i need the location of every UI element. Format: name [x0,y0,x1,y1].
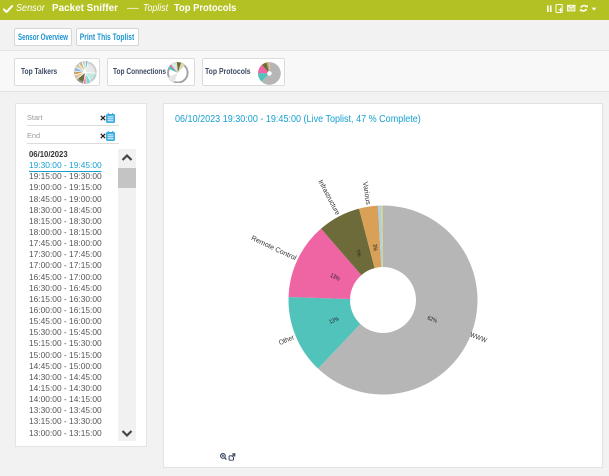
svg-text:WWW: WWW [469,332,488,345]
svg-text:Various: Various [361,181,372,205]
svg-text:Remote Control: Remote Control [250,235,298,262]
svg-text:Infrastructure: Infrastructure [316,179,340,217]
svg-text:Other: Other [278,334,296,347]
